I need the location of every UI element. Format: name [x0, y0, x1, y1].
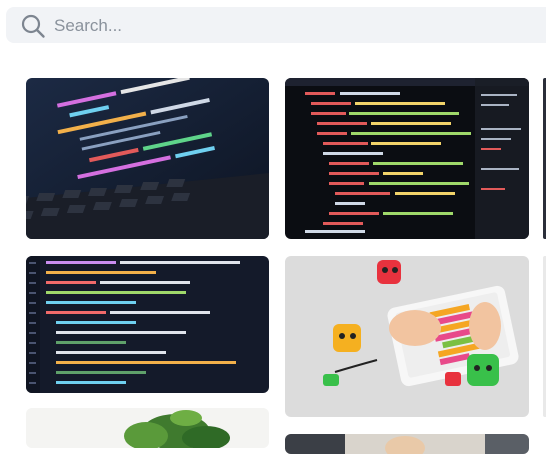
image-card-code-editor[interactable]	[26, 256, 269, 393]
person-photo	[285, 434, 529, 454]
html-code-monitor-photo	[285, 78, 529, 239]
image-card-person[interactable]	[285, 434, 529, 454]
image-card-laptop-code[interactable]	[26, 78, 269, 239]
image-card-html-code[interactable]	[285, 78, 529, 239]
code-editor-screen-photo	[26, 256, 269, 393]
search-icon	[21, 14, 45, 38]
search-input[interactable]	[52, 11, 516, 41]
laptop-code-screen-photo	[26, 78, 269, 239]
search-bar[interactable]	[6, 7, 546, 43]
image-card-kids-tablet[interactable]	[285, 256, 529, 417]
image-card-plant[interactable]	[26, 408, 269, 448]
kids-tablet-coding-blocks-photo	[285, 256, 529, 417]
plant-photo	[26, 408, 269, 448]
